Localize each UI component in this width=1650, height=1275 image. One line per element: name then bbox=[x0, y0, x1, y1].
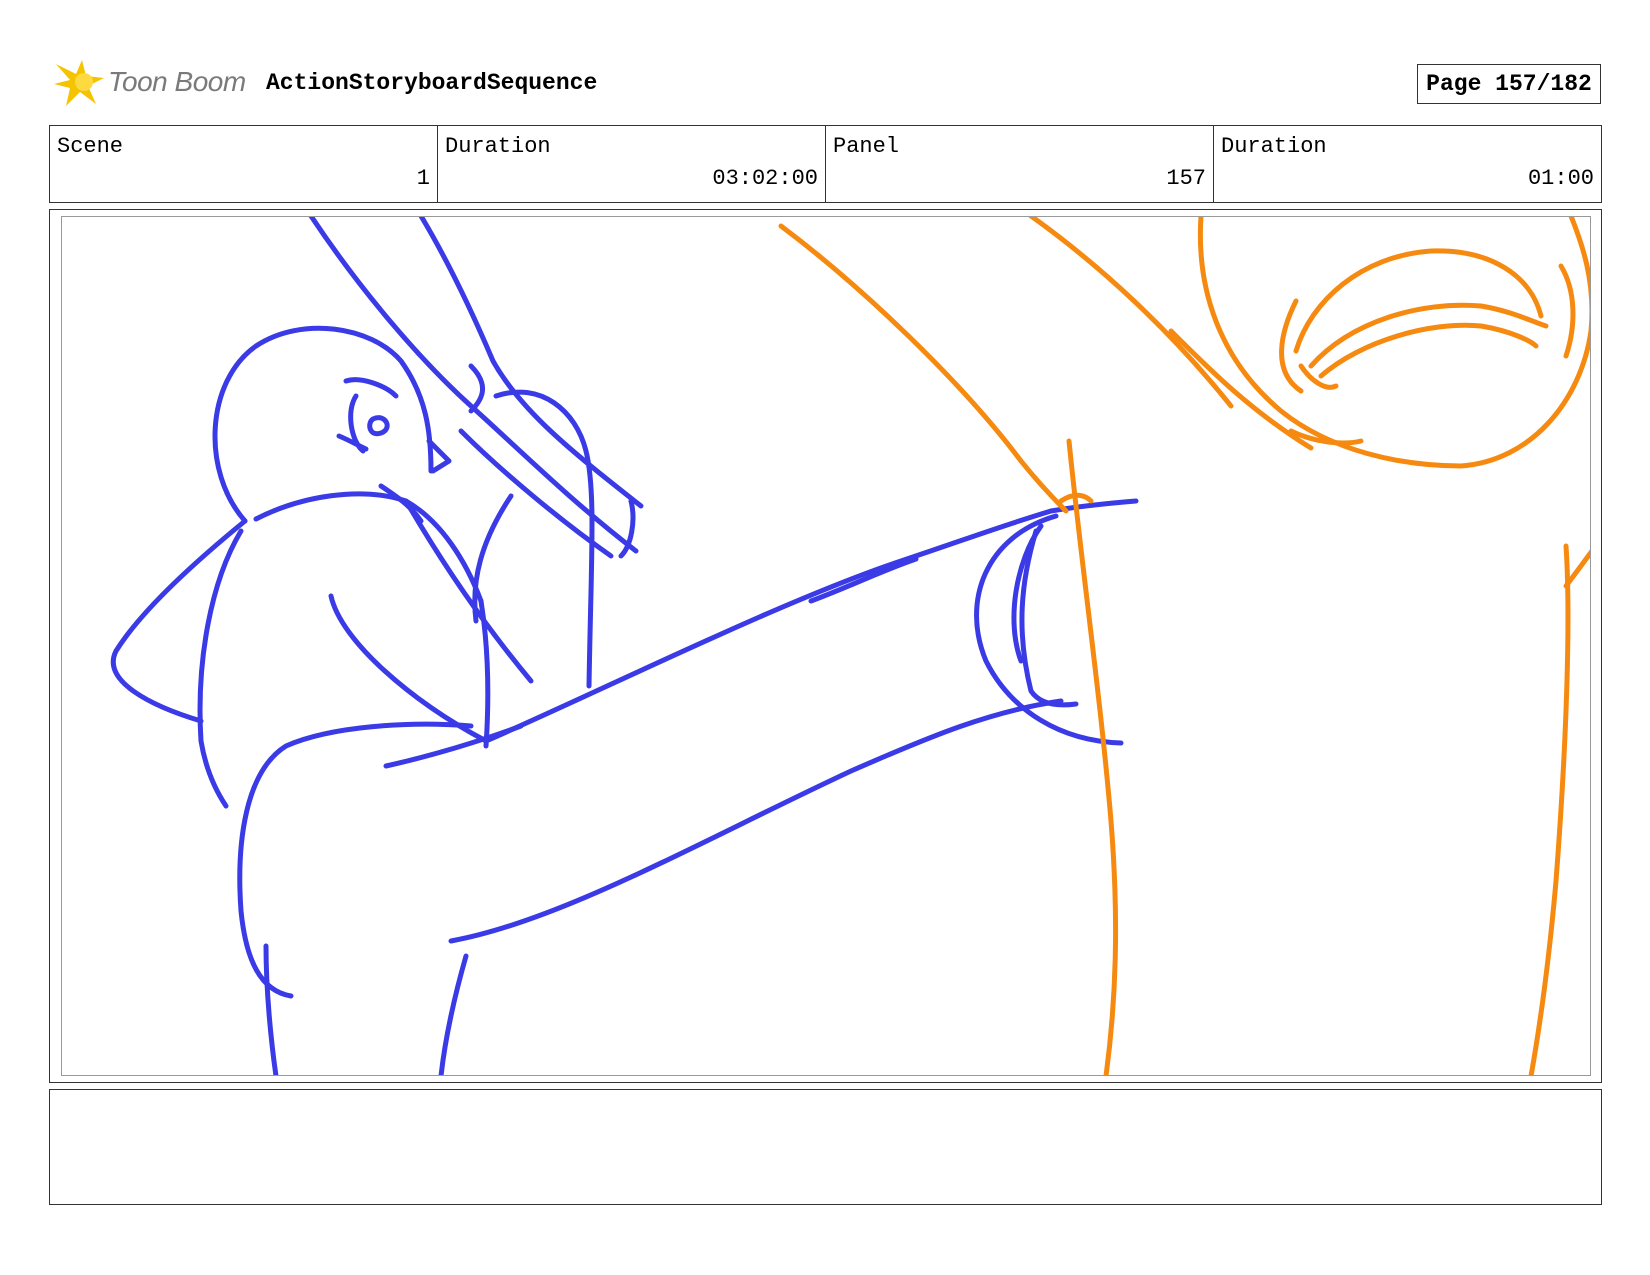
scene-duration-label: Duration bbox=[445, 134, 551, 159]
storyboard-drawing bbox=[61, 216, 1591, 1076]
panel-label: Panel bbox=[833, 134, 900, 159]
sketch-canvas bbox=[111, 217, 1590, 1075]
scene-label: Scene bbox=[57, 134, 124, 159]
toon-boom-logo: Toon Boom bbox=[52, 56, 252, 110]
star-burst-icon bbox=[54, 60, 104, 106]
scene-duration-cell: Duration 03:02:00 bbox=[438, 126, 826, 202]
page-indicator: Page 157/182 bbox=[1417, 64, 1601, 104]
info-table: Scene 1 Duration 03:02:00 Panel 157 Dura… bbox=[49, 125, 1602, 203]
panel-cell: Panel 157 bbox=[826, 126, 1214, 202]
logo-text: Toon Boom bbox=[108, 66, 246, 97]
panel-duration-label: Duration bbox=[1221, 134, 1327, 159]
blue-character-sketch bbox=[111, 217, 1139, 1075]
panel-duration-value: 01:00 bbox=[1527, 166, 1594, 191]
orange-character-sketch bbox=[778, 217, 1590, 1075]
scene-cell: Scene 1 bbox=[50, 126, 438, 202]
notes-area bbox=[49, 1089, 1602, 1205]
scene-value: 1 bbox=[416, 166, 430, 191]
scene-duration-value: 03:02:00 bbox=[712, 166, 818, 191]
sequence-title: ActionStoryboardSequence bbox=[266, 70, 598, 96]
panel-value: 157 bbox=[1166, 166, 1206, 191]
panel-duration-cell: Duration 01:00 bbox=[1214, 126, 1601, 202]
